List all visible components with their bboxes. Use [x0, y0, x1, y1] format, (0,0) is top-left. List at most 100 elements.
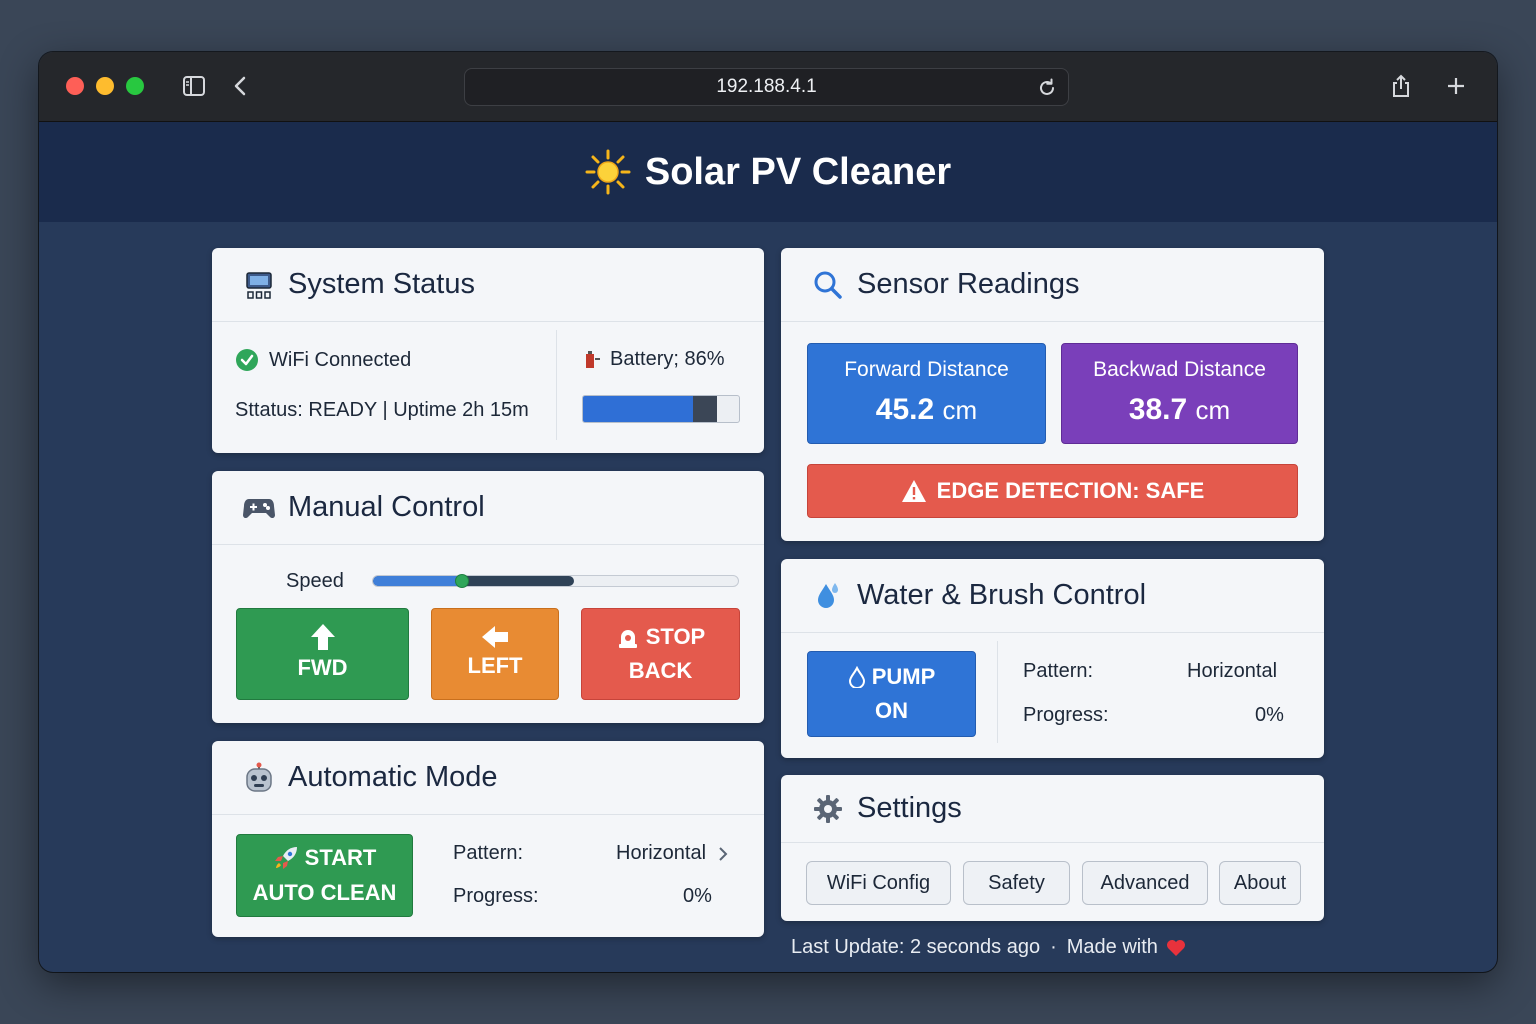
speed-slider[interactable]: [372, 575, 739, 587]
battery-label: Battery; 86%: [610, 348, 725, 370]
reload-icon[interactable]: [1034, 75, 1060, 101]
back-chevron-icon[interactable]: [224, 70, 256, 102]
progress-value: 0%: [683, 885, 712, 907]
browser-toolbar: 192.188.4.1: [39, 52, 1497, 122]
made-with-text: Made with: [1066, 936, 1158, 958]
speed-slider-fill: [373, 576, 574, 586]
wifi-status-text: WiFi Connected: [269, 348, 412, 371]
card-header: Sensor Readings: [781, 248, 1324, 322]
url-text: 192.188.4.1: [716, 76, 817, 97]
app-header: Solar PV Cleaner: [39, 122, 1497, 222]
arrow-up-icon: [310, 623, 335, 650]
chevron-right-icon: [719, 846, 728, 861]
forward-distance-unit: cm: [942, 394, 978, 425]
sun-icon: [585, 149, 631, 195]
battery-icon: [586, 350, 600, 368]
pattern-select[interactable]: Horizontal: [616, 842, 730, 865]
settings-card: Settings WiFi Config Safety Advanced Abo…: [781, 775, 1324, 921]
forward-distance-tile: Forward Distance 45.2 cm: [807, 343, 1046, 444]
heart-icon: [1166, 939, 1185, 956]
sensor-readings-card: Sensor Readings Forward Distance 45.2 cm…: [781, 248, 1324, 541]
back-label: BACK: [628, 658, 693, 683]
backward-distance-value: 38.7: [1128, 392, 1188, 426]
monitor-icon: [242, 268, 276, 302]
status-uptime-text: Sttatus: READY | Uptime 2h 15m: [235, 399, 529, 421]
minimize-window-button[interactable]: [96, 77, 114, 95]
start-auto-clean-button[interactable]: START AUTO CLEAN: [236, 834, 413, 917]
edge-detection-banner: EDGE DETECTION: SAFE: [807, 464, 1298, 518]
rocket-icon: [274, 847, 297, 870]
card-title: Settings: [857, 792, 962, 824]
speed-label: Speed: [286, 570, 344, 592]
pattern-label: Pattern:: [1023, 660, 1094, 682]
robot-icon: [242, 761, 276, 795]
browser-window: 192.188.4.1 Solar PV Cleaner System Stat…: [39, 52, 1497, 972]
magnifier-icon: [811, 268, 845, 302]
card-header: Settings: [781, 775, 1324, 843]
divider: [556, 330, 557, 440]
arrow-left-icon: [482, 625, 508, 648]
new-tab-icon[interactable]: [1440, 70, 1472, 102]
footer: Last Update: 2 seconds ago · Made with: [791, 936, 1186, 959]
maximize-window-button[interactable]: [126, 77, 144, 95]
share-icon[interactable]: [1385, 70, 1417, 102]
footer-separator: ·: [1050, 936, 1057, 958]
card-title: Automatic Mode: [288, 761, 498, 793]
card-header: Water & Brush Control: [781, 559, 1324, 633]
forward-button[interactable]: FWD: [236, 608, 409, 700]
backward-distance-label: Backwad Distance: [1093, 357, 1266, 381]
pump-on-button[interactable]: PUMP ON: [807, 651, 976, 737]
warning-icon: [901, 480, 926, 502]
backward-distance-unit: cm: [1195, 394, 1231, 425]
close-window-button[interactable]: [66, 77, 84, 95]
card-title: System Status: [288, 268, 475, 300]
wifi-status: WiFi Connected: [235, 348, 411, 372]
water-brush-card: Water & Brush Control PUMP ON Pattern: H…: [781, 559, 1324, 758]
stop-label: STOP: [645, 623, 706, 649]
droplet-icon: [848, 665, 865, 688]
left-label: LEFT: [467, 652, 523, 678]
safety-button[interactable]: Safety: [963, 861, 1070, 905]
page-title: Solar PV Cleaner: [644, 150, 952, 193]
card-title: Water & Brush Control: [857, 579, 1147, 611]
progress-label: Progress:: [453, 885, 539, 907]
battery-status: Battery; 86%: [584, 348, 725, 371]
address-bar[interactable]: 192.188.4.1: [464, 68, 1069, 106]
card-header: Manual Control: [212, 471, 764, 545]
pattern-value: Horizontal: [1187, 660, 1278, 682]
check-circle-icon: [236, 349, 258, 371]
about-button[interactable]: About: [1219, 861, 1301, 905]
left-button[interactable]: LEFT: [431, 608, 559, 700]
speed-slider-handle[interactable]: [455, 574, 469, 588]
progress-label: Progress:: [1023, 704, 1109, 726]
gamepad-icon: [242, 491, 276, 525]
wifi-config-button[interactable]: WiFi Config: [806, 861, 951, 905]
card-header: System Status: [212, 248, 764, 322]
start-label: START: [304, 845, 377, 871]
card-title: Manual Control: [288, 491, 485, 523]
auto-clean-label: AUTO CLEAN: [252, 879, 397, 905]
card-header: Automatic Mode: [212, 741, 764, 815]
gear-icon: [811, 792, 845, 826]
battery-bar-fill: [583, 396, 718, 422]
sidebar-toggle-icon[interactable]: [178, 70, 210, 102]
stop-back-button[interactable]: STOP BACK: [581, 608, 740, 700]
pump-state: ON: [875, 698, 908, 723]
backward-distance-tile: Backwad Distance 38.7 cm: [1061, 343, 1298, 444]
manual-control-card: Manual Control Speed FWD LEFT STOP BACK: [212, 471, 764, 723]
last-update-text: Last Update: 2 seconds ago: [791, 936, 1041, 958]
pattern-label: Pattern:: [453, 842, 524, 864]
advanced-button[interactable]: Advanced: [1082, 861, 1208, 905]
siren-icon: [618, 629, 637, 648]
pump-label: PUMP: [871, 663, 936, 689]
automatic-mode-card: Automatic Mode START AUTO CLEAN Pattern:…: [212, 741, 764, 937]
battery-bar: [582, 395, 740, 423]
progress-value: 0%: [1255, 704, 1284, 726]
forward-label: FWD: [297, 654, 348, 680]
card-title: Sensor Readings: [857, 268, 1080, 300]
system-status-card: System Status WiFi Connected Sttatus: RE…: [212, 248, 764, 453]
forward-distance-value: 45.2: [875, 392, 935, 426]
divider: [997, 641, 998, 743]
forward-distance-label: Forward Distance: [844, 357, 1009, 381]
water-drop-icon: [811, 579, 845, 613]
